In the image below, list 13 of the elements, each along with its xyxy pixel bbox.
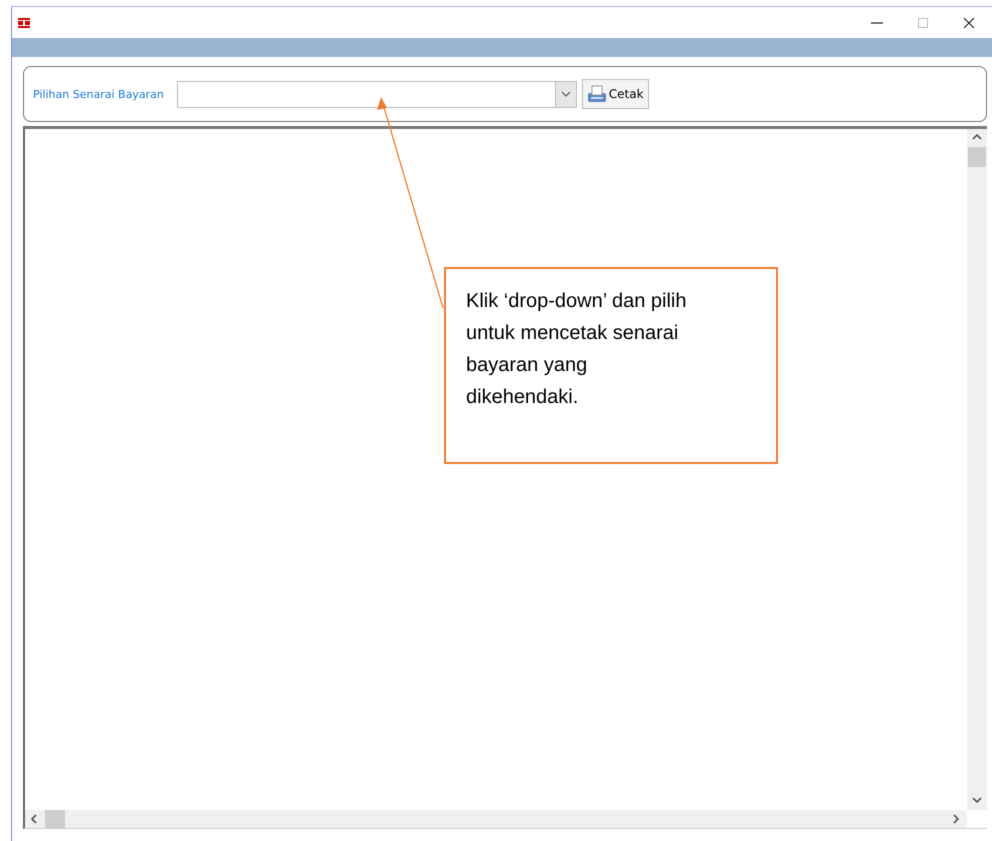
payment-list-label: Pilihan Senarai Bayaran	[33, 88, 164, 100]
scroll-thumb[interactable]	[45, 810, 65, 828]
minimize-icon	[871, 22, 883, 24]
print-button[interactable]: Cetak	[582, 79, 649, 109]
horizontal-scrollbar[interactable]	[25, 810, 967, 828]
close-icon	[963, 16, 975, 28]
dropdown-caret-icon[interactable]	[560, 91, 571, 97]
callout-note: Klik ‘drop-down’ dan pilih untuk mencetak senarai bayaran yang dikehendaki.	[444, 267, 778, 464]
vertical-scrollbar[interactable]	[967, 129, 987, 810]
maximize-icon	[917, 16, 929, 28]
scroll-thumb[interactable]	[968, 147, 986, 167]
app-logo-icon	[18, 18, 30, 28]
printer-icon	[586, 84, 607, 104]
